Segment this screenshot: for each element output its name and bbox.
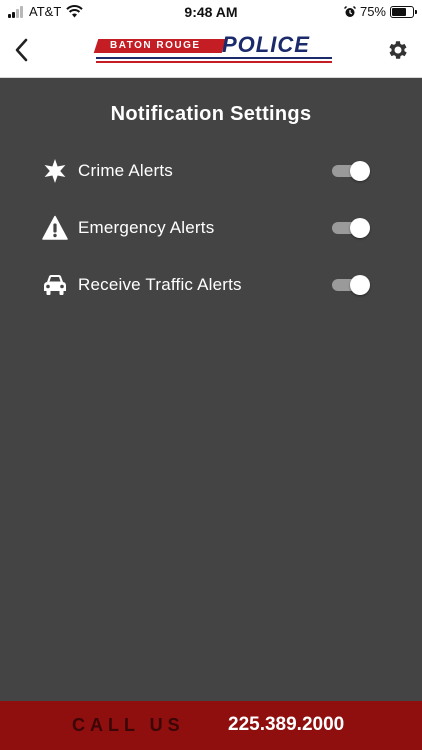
setting-label: Emergency Alerts — [78, 218, 215, 237]
gear-icon[interactable] — [386, 38, 410, 62]
setting-label: Crime Alerts — [78, 161, 173, 180]
car-icon — [44, 275, 66, 295]
setting-label: Receive Traffic Alerts — [78, 275, 242, 294]
battery-cap — [415, 9, 417, 14]
app-header: BATON ROUGE POLICE — [0, 24, 422, 78]
call-us-label: CALL US — [72, 715, 185, 735]
phone-number[interactable]: 225.389.2000 — [228, 714, 344, 736]
back-button[interactable] — [10, 36, 36, 64]
traffic-alerts-toggle[interactable] — [332, 275, 370, 295]
battery-fill — [392, 7, 407, 16]
setting-row-traffic-alerts: Receive Traffic Alerts — [40, 270, 380, 300]
baton-rouge-police-logo: BATON ROUGE POLICE — [93, 32, 334, 66]
logo-blue-stripe — [96, 57, 332, 59]
setting-row-emergency-alerts: Emergency Alerts — [40, 213, 380, 243]
alarm-icon — [343, 5, 356, 17]
toggle-knob — [350, 275, 370, 295]
status-right: 75% — [343, 4, 417, 19]
logo-main-text: POLICE — [222, 32, 310, 57]
logo-red-stripe — [96, 61, 332, 63]
toggle-knob — [350, 218, 370, 238]
toggle-knob — [350, 161, 370, 181]
setting-row-crime-alerts: Crime Alerts — [40, 156, 380, 186]
screen: AT&T 9:48 AM 75% BATON ROUGE POLICE Noti… — [0, 0, 422, 750]
emergency-alerts-toggle[interactable] — [332, 218, 370, 238]
page-title: Notification Settings — [110, 103, 312, 125]
crime-alerts-toggle[interactable] — [332, 161, 370, 181]
logo-top-text: BATON ROUGE — [110, 40, 201, 51]
status-bar: AT&T 9:48 AM 75% — [0, 0, 422, 24]
battery-icon — [390, 5, 417, 18]
warning-icon — [42, 215, 68, 240]
battery-percent: 75% — [359, 4, 386, 19]
star-badge-icon — [44, 159, 66, 183]
call-us-bar[interactable]: CALL US 225.389.2000 — [0, 701, 422, 750]
